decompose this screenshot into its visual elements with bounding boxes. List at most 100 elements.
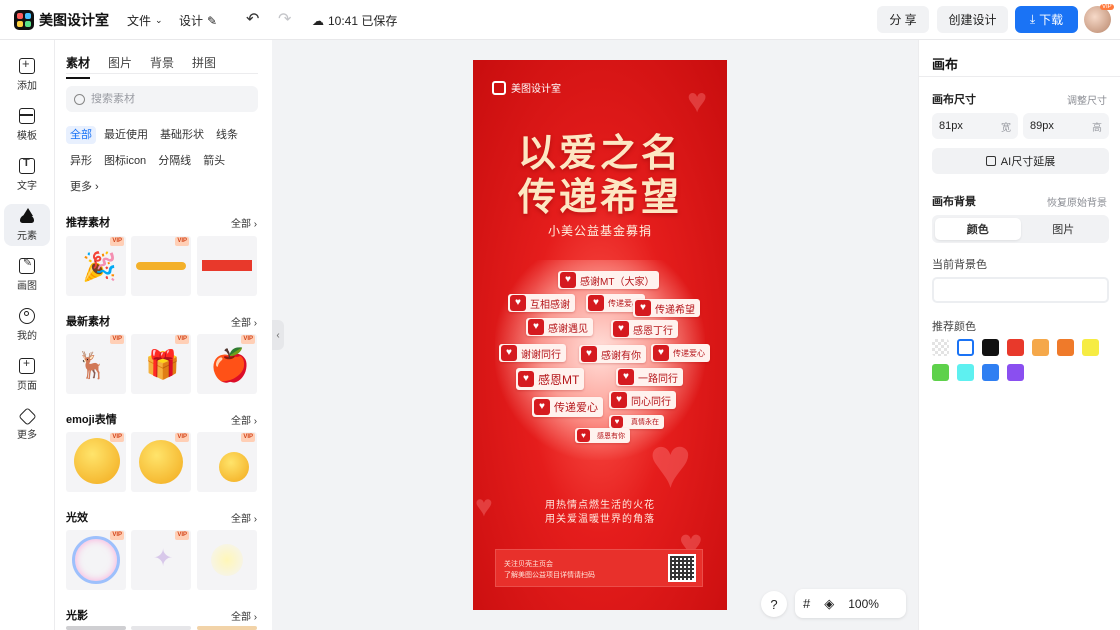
chip-basic-shapes[interactable]: 基础形状: [156, 126, 208, 144]
color-swatch[interactable]: [982, 364, 999, 381]
tag-text: 一路同行: [638, 373, 678, 385]
avatar[interactable]: [1084, 6, 1111, 33]
tag-text: 真情永在: [631, 419, 659, 426]
color-swatch[interactable]: [932, 339, 949, 356]
thumb-emoji-shocked[interactable]: VIP: [66, 432, 126, 492]
canvas-poster[interactable]: ♥ ♥ ♥ ♥ 美图设计室 以爱之名 传递希望 小美公益基金募捐 ♥ 感谢MT（大…: [473, 60, 727, 610]
thumb-sparkle[interactable]: VIP ✦: [131, 530, 191, 590]
chip-arrows[interactable]: 箭头: [199, 152, 229, 170]
poster-headline-2: 传递希望: [517, 175, 682, 219]
left-rail: + 添加 模板 T 文字 元素 ✎ 画图 我的 + 页面 更多: [0, 40, 55, 630]
color-swatch[interactable]: [1057, 339, 1074, 356]
share-button[interactable]: 分 享: [877, 6, 929, 33]
thumb-snow-globe[interactable]: VIP 🎁: [131, 334, 191, 394]
tab-materials[interactable]: 素材: [66, 54, 91, 79]
color-swatch[interactable]: [957, 339, 974, 356]
create-design-button[interactable]: 创建设计: [937, 6, 1008, 33]
chip-irregular[interactable]: 异形: [66, 152, 96, 170]
seg-color[interactable]: 颜色: [935, 218, 1021, 240]
latest-all-link[interactable]: 全部 ›: [231, 314, 257, 329]
thanks-tag: ♥ 一路同行: [616, 368, 683, 386]
chip-lines[interactable]: 线条: [212, 126, 242, 144]
rail-item-text[interactable]: T 文字: [4, 154, 50, 196]
width-field[interactable]: 81px 宽: [932, 113, 1018, 139]
design-menu[interactable]: 设计 ✎: [179, 12, 217, 29]
chip-icons[interactable]: 图标icon: [100, 152, 150, 170]
download-button[interactable]: ⤓ 下载: [1015, 6, 1078, 33]
color-swatch[interactable]: [1032, 339, 1049, 356]
tab-images[interactable]: 图片: [108, 54, 132, 79]
emoji-all-link[interactable]: 全部 ›: [231, 412, 257, 427]
redo-icon[interactable]: ↷: [278, 10, 291, 30]
rail-item-mine[interactable]: 我的: [4, 304, 50, 346]
shocked-face-icon: [74, 438, 120, 484]
adjust-size-link[interactable]: 调整尺寸: [1067, 92, 1107, 107]
rail-label-more: 更多: [17, 429, 37, 441]
cloud-icon: ☁: [312, 13, 324, 28]
restore-bg-link[interactable]: 恢复原始背景: [1047, 194, 1107, 209]
thumb-red-bar[interactable]: [197, 236, 257, 296]
tab-collage[interactable]: 拼图: [192, 54, 216, 79]
thanks-tag: ♥ 感谢遇见: [526, 318, 593, 336]
search-input[interactable]: [91, 93, 241, 105]
grid-icon[interactable]: #: [803, 596, 810, 611]
chip-recent[interactable]: 最近使用: [100, 126, 152, 144]
seg-image[interactable]: 图片: [1021, 218, 1107, 240]
search-box[interactable]: [66, 86, 258, 112]
thumb-party-popper[interactable]: VIP 🎉: [66, 236, 126, 296]
poster-brand: 美图设计室: [492, 80, 561, 95]
rail-item-draw[interactable]: ✎ 画图: [4, 254, 50, 296]
color-swatch[interactable]: [957, 364, 974, 381]
file-menu[interactable]: 文件 ⌄: [127, 12, 163, 29]
qr-code-icon: [668, 554, 696, 582]
heart-icon: ♥: [518, 371, 534, 387]
thumb-shadow-2[interactable]: [131, 626, 191, 630]
draw-icon: ✎: [19, 257, 35, 274]
footer-line-2: 了解美图公益项目详情请扫码: [504, 572, 595, 579]
tag-text: 感恩有你: [597, 432, 625, 440]
chevron-down-icon: ⌄: [155, 15, 163, 25]
rail-item-template[interactable]: 模板: [4, 104, 50, 146]
section-title-emoji: emoji表情: [66, 414, 117, 426]
light-all-link[interactable]: 全部 ›: [231, 510, 257, 525]
current-color-field[interactable]: [932, 277, 1109, 303]
thumb-brush-stroke[interactable]: VIP: [131, 236, 191, 296]
height-field[interactable]: 89px 高: [1023, 113, 1109, 139]
tag-text: 传递爱心: [673, 348, 705, 358]
bg-type-toggle: 颜色 图片: [932, 215, 1109, 243]
thumb-bubble[interactable]: VIP: [66, 530, 126, 590]
thumb-emoji-thinking[interactable]: VIP: [131, 432, 191, 492]
undo-icon[interactable]: ↶: [246, 10, 259, 30]
thanks-tag: ♥ 传递爱心: [532, 397, 603, 417]
shadow-all-link[interactable]: 全部 ›: [231, 608, 257, 623]
panel-divider: [919, 76, 1120, 77]
chip-more[interactable]: 更多 ›: [66, 178, 103, 196]
thumb-glow[interactable]: [197, 530, 257, 590]
rail-item-element[interactable]: 元素: [4, 204, 50, 246]
rail-item-more[interactable]: 更多: [4, 404, 50, 446]
poster-slogan-2: 用关爱温暖世界的角落: [545, 514, 655, 525]
help-button[interactable]: ?: [761, 591, 787, 617]
color-swatch[interactable]: [1007, 339, 1024, 356]
color-swatch[interactable]: [982, 339, 999, 356]
color-swatch[interactable]: [932, 364, 949, 381]
rail-item-page[interactable]: + 页面: [4, 354, 50, 396]
ai-extend-button[interactable]: AI尺寸延展: [932, 148, 1109, 174]
thumb-shadow-1[interactable]: [66, 626, 126, 630]
current-bg-label: 当前背景色: [932, 259, 987, 271]
thumb-emoji-checklist[interactable]: VIP: [197, 432, 257, 492]
app-logo[interactable]: 美图设计室: [14, 10, 109, 30]
recommend-all-link[interactable]: 全部 ›: [231, 215, 257, 230]
color-swatch[interactable]: [1007, 364, 1024, 381]
chip-dividers[interactable]: 分隔线: [154, 152, 195, 170]
rail-item-add[interactable]: + 添加: [4, 54, 50, 96]
thumb-apple[interactable]: VIP 🍎: [197, 334, 257, 394]
color-swatch[interactable]: [1082, 339, 1099, 356]
thumb-shadow-3[interactable]: [197, 626, 257, 630]
tab-backgrounds[interactable]: 背景: [150, 54, 174, 79]
thumb-reindeer-sleigh[interactable]: VIP 🦌: [66, 334, 126, 394]
panel-collapse-handle[interactable]: ‹: [272, 320, 284, 350]
layers-icon[interactable]: ◈: [824, 596, 834, 612]
chip-all[interactable]: 全部: [66, 126, 96, 144]
zoom-level[interactable]: 100%: [848, 597, 879, 611]
